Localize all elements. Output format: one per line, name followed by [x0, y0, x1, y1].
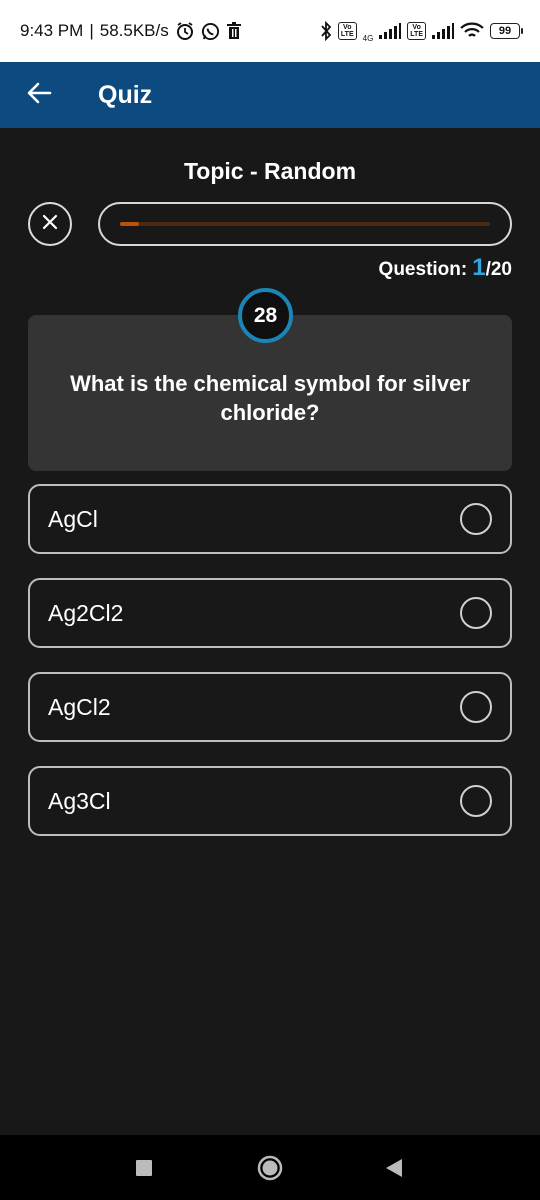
signal-icon: [379, 23, 402, 39]
timer-badge: 28: [238, 288, 293, 343]
close-button[interactable]: [28, 202, 72, 246]
question-total: /20: [485, 259, 512, 280]
question-current: 1: [472, 254, 486, 281]
question-counter: Question: 1 /20: [379, 254, 512, 282]
radio-button[interactable]: [460, 785, 492, 817]
status-speed: 58.5KB/s: [99, 21, 169, 40]
network-type: 4G: [362, 33, 374, 43]
back-nav-button[interactable]: [384, 1157, 404, 1184]
progress-fill: [120, 222, 139, 226]
triangle-back-icon: [384, 1157, 404, 1184]
radio-button[interactable]: [460, 691, 492, 723]
close-icon: [41, 213, 59, 236]
question-counter-label: Question:: [378, 259, 468, 280]
question-text: What is the chemical symbol for silver c…: [70, 371, 470, 425]
status-bar: 9:43 PM | 58.5KB/s Vo LTE 4G Vo LTE 99: [0, 0, 540, 62]
topic-title: Topic - Random: [183, 158, 357, 184]
radio-button[interactable]: [460, 597, 492, 629]
option-2[interactable]: Ag2Cl2: [28, 578, 512, 648]
volte-icon-2: Vo LTE: [407, 22, 426, 40]
radio-button[interactable]: [460, 503, 492, 535]
signal-icon-2: [432, 23, 454, 39]
home-circle-icon: [257, 1155, 283, 1186]
option-label: AgCl2: [48, 693, 111, 720]
option-3[interactable]: AgCl2: [28, 672, 512, 742]
option-4[interactable]: Ag3Cl: [28, 766, 512, 836]
volte-bottom-2: LTE: [410, 31, 423, 38]
whatsapp-icon: [201, 22, 220, 41]
status-separator: |: [89, 21, 94, 40]
option-label: Ag3Cl: [48, 787, 111, 814]
volte-bottom: LTE: [340, 31, 354, 38]
volte-top: Vo: [343, 24, 352, 31]
alarm-icon: [175, 21, 195, 41]
page-title: Quiz: [98, 80, 153, 109]
status-left: 9:43 PM | 58.5KB/s: [20, 21, 242, 41]
volte-top-2: Vo: [412, 24, 421, 31]
home-button[interactable]: [257, 1155, 283, 1186]
option-1[interactable]: AgCl: [28, 484, 512, 554]
progress-track: [120, 222, 490, 226]
system-nav-bar: [0, 1135, 540, 1200]
battery-level: 99: [498, 25, 512, 37]
recents-button[interactable]: [135, 1159, 153, 1182]
wifi-icon: [460, 22, 484, 40]
option-label: Ag2Cl2: [48, 599, 124, 626]
battery-icon: 99: [490, 23, 523, 39]
status-right: Vo LTE 4G Vo LTE 99: [320, 20, 523, 43]
option-label: AgCl: [48, 505, 98, 532]
app-bar: Quiz: [0, 62, 540, 128]
square-icon: [135, 1159, 153, 1182]
bluetooth-icon: [320, 21, 332, 41]
back-button[interactable]: [13, 69, 65, 121]
arrow-left-icon: [26, 80, 52, 111]
status-time: 9:43 PM: [20, 21, 84, 40]
trash-icon: [226, 22, 242, 40]
volte-icon: Vo LTE: [337, 22, 357, 40]
progress-bar: [98, 202, 512, 246]
